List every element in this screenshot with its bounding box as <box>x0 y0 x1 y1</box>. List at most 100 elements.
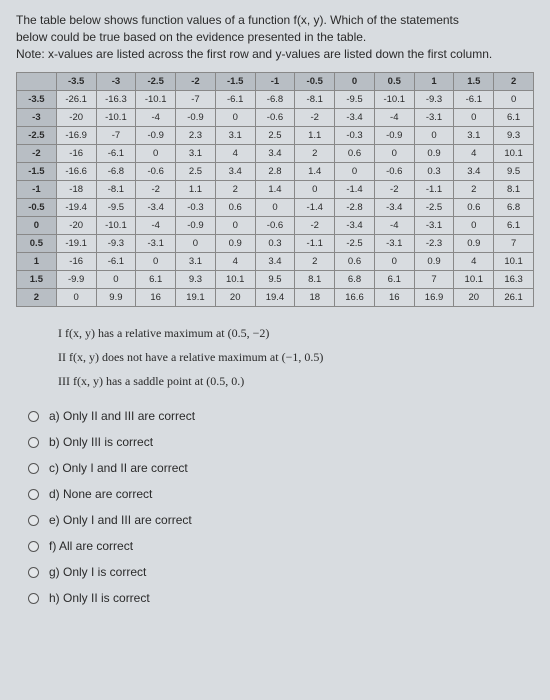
row-header: -0.5 <box>17 199 57 217</box>
table-cell: -3.4 <box>335 217 375 235</box>
table-cell: 7 <box>414 271 454 289</box>
table-cell: -20 <box>56 217 96 235</box>
option-h[interactable]: h) Only II is correct <box>28 591 534 605</box>
table-cell: 8.1 <box>295 271 335 289</box>
table-cell: -10.1 <box>96 217 136 235</box>
col-header: 0.5 <box>374 73 414 91</box>
table-cell: -0.6 <box>255 109 295 127</box>
table-cell: -6.8 <box>255 91 295 109</box>
table-cell: -1.1 <box>295 235 335 253</box>
col-header: 1.5 <box>454 73 494 91</box>
table-cell: 20 <box>454 289 494 307</box>
table-cell: -9.5 <box>335 91 375 109</box>
table-cell: 2 <box>295 253 335 271</box>
table-cell: 1.4 <box>255 181 295 199</box>
option-e[interactable]: e) Only I and III are correct <box>28 513 534 527</box>
table-cell: -19.1 <box>56 235 96 253</box>
option-g[interactable]: g) Only I is correct <box>28 565 534 579</box>
table-cell: -8.1 <box>96 181 136 199</box>
table-cell: -6.1 <box>96 253 136 271</box>
table-cell: 9.3 <box>494 127 534 145</box>
table-cell: 6.8 <box>494 199 534 217</box>
option-label: d) None are correct <box>49 487 152 501</box>
table-cell: -16 <box>56 253 96 271</box>
stmt-1: I f(x, y) has a relative maximum at (0.5… <box>58 321 534 345</box>
radio-icon <box>28 567 39 578</box>
table-cell: 0.6 <box>335 145 375 163</box>
row-header: -3 <box>17 109 57 127</box>
col-header: -2.5 <box>136 73 176 91</box>
table-cell: -2.5 <box>335 235 375 253</box>
table-cell: -2.3 <box>414 235 454 253</box>
table-cell: 0.3 <box>414 163 454 181</box>
table-cell: -0.3 <box>176 199 216 217</box>
table-cell: -9.3 <box>414 91 454 109</box>
table-cell: -0.9 <box>176 109 216 127</box>
table-cell: 8.1 <box>494 181 534 199</box>
table-cell: -0.9 <box>374 127 414 145</box>
table-cell: 9.5 <box>494 163 534 181</box>
table-cell: -7 <box>176 91 216 109</box>
table-cell: -7 <box>96 127 136 145</box>
option-b[interactable]: b) Only III is correct <box>28 435 534 449</box>
table-cell: -9.3 <box>96 235 136 253</box>
col-header: -3 <box>96 73 136 91</box>
table-cell: 3.1 <box>454 127 494 145</box>
table-cell: 0.3 <box>255 235 295 253</box>
row-header: -2.5 <box>17 127 57 145</box>
intro-line: below could be true based on the evidenc… <box>16 30 366 44</box>
option-label: c) Only I and II are correct <box>49 461 188 475</box>
table-cell: -3.1 <box>374 235 414 253</box>
table-cell: -16.6 <box>56 163 96 181</box>
table-cell: -3.4 <box>374 199 414 217</box>
table-cell: -3.1 <box>414 109 454 127</box>
table-cell: -4 <box>136 109 176 127</box>
table-cell: -2.8 <box>335 199 375 217</box>
table-cell: -6.1 <box>96 145 136 163</box>
table-cell: -16.9 <box>56 127 96 145</box>
table-cell: 3.1 <box>176 253 216 271</box>
col-header: -0.5 <box>295 73 335 91</box>
option-a[interactable]: a) Only II and III are correct <box>28 409 534 423</box>
table-cell: 7 <box>494 235 534 253</box>
table-cell: -3.4 <box>136 199 176 217</box>
table-cell: -2 <box>374 181 414 199</box>
table-cell: -2 <box>295 217 335 235</box>
table-cell: 1.1 <box>176 181 216 199</box>
table-cell: 16.3 <box>494 271 534 289</box>
table-cell: 0 <box>335 163 375 181</box>
table-cell: 6.8 <box>335 271 375 289</box>
table-cell: -16 <box>56 145 96 163</box>
option-label: e) Only I and III are correct <box>49 513 192 527</box>
table-cell: 0 <box>454 109 494 127</box>
table-cell: 9.3 <box>176 271 216 289</box>
table-cell: 0 <box>96 271 136 289</box>
table-cell: 1.1 <box>295 127 335 145</box>
table-cell: 0 <box>374 253 414 271</box>
table-cell: 0.9 <box>454 235 494 253</box>
option-c[interactable]: c) Only I and II are correct <box>28 461 534 475</box>
table-cell: 2.8 <box>255 163 295 181</box>
table-cell: -2 <box>295 109 335 127</box>
table-cell: -0.9 <box>176 217 216 235</box>
table-cell: 16 <box>374 289 414 307</box>
table-cell: 2.3 <box>176 127 216 145</box>
col-header: 0 <box>335 73 375 91</box>
option-f[interactable]: f) All are correct <box>28 539 534 553</box>
table-cell: 16.9 <box>414 289 454 307</box>
table-cell: 10.1 <box>494 253 534 271</box>
table-cell: -3.1 <box>414 217 454 235</box>
table-cell: -6.1 <box>454 91 494 109</box>
table-cell: 6.1 <box>374 271 414 289</box>
table-cell: 2 <box>295 145 335 163</box>
radio-icon <box>28 437 39 448</box>
table-cell: -1.1 <box>414 181 454 199</box>
table-cell: 0 <box>255 199 295 217</box>
table-cell: -9.5 <box>96 199 136 217</box>
option-d[interactable]: d) None are correct <box>28 487 534 501</box>
table-cell: 0.9 <box>414 253 454 271</box>
table-cell: 0 <box>215 109 255 127</box>
stmt-3: III f(x, y) has a saddle point at (0.5, … <box>58 369 534 393</box>
question-intro: The table below shows function values of… <box>16 12 534 62</box>
table-cell: -4 <box>136 217 176 235</box>
